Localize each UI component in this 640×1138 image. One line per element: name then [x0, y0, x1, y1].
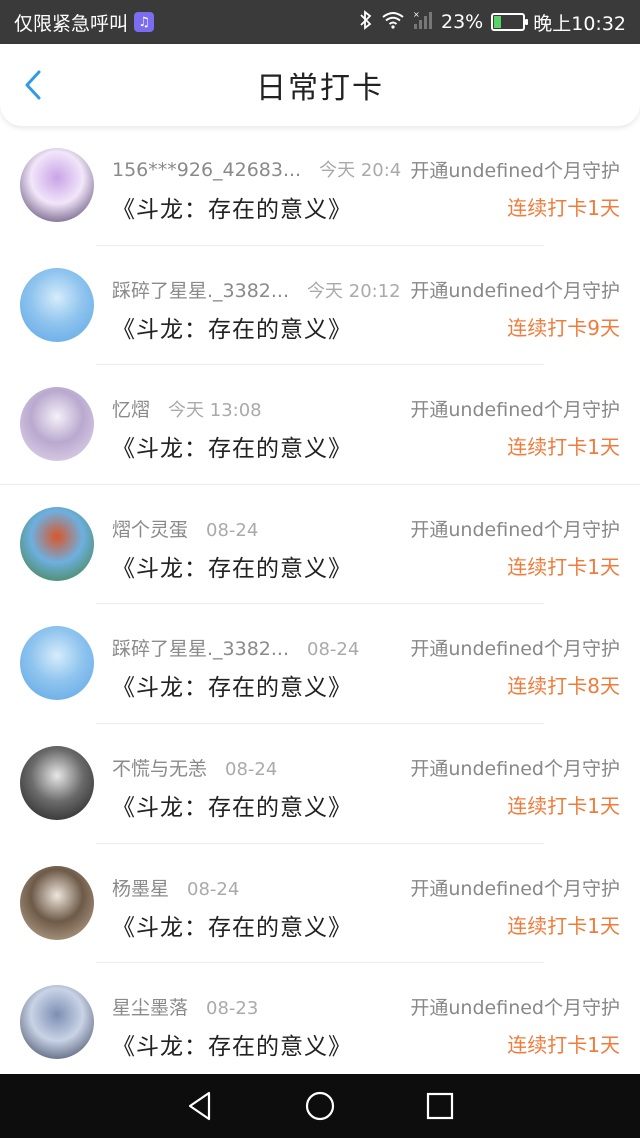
book-title: 《斗龙：存在的意义》 — [112, 436, 352, 463]
book-title: 《斗龙：存在的意义》 — [112, 675, 352, 702]
streak-text: 连续打卡1天 — [507, 554, 620, 579]
checkin-row[interactable]: 踩碎了星星._3382... 08-24 《斗龙：存在的意义》 开通undefined… — [0, 604, 640, 724]
user-name: 踩碎了星星._3382... — [112, 279, 290, 302]
checkin-row[interactable]: 杨墨星 08-24 《斗龙：存在的意义》 开通undefined个月守护连续打卡1天 — [0, 844, 640, 964]
back-icon[interactable] — [18, 70, 48, 100]
row-meta: 杨墨星 08-24 — [112, 874, 239, 901]
bluetooth-icon — [359, 9, 373, 35]
battery-icon — [491, 13, 529, 31]
avatar[interactable] — [20, 985, 94, 1060]
user-name: 熠个灵蛋 — [112, 518, 189, 541]
row-meta: 星尘墨落 08-23 — [112, 993, 258, 1020]
row-meta: 忆熠 今天 13:08 — [112, 395, 262, 422]
row-meta: 踩碎了星星._3382... 今天 20:12 — [112, 276, 401, 303]
book-title: 《斗龙：存在的意义》 — [112, 316, 352, 343]
guard-text: 开通undefined个月守护 — [408, 275, 620, 303]
guard-text: 开通undefined个月守护 — [408, 395, 620, 423]
avatar[interactable] — [20, 506, 94, 581]
page-header: 日常打卡 — [0, 44, 640, 126]
checkin-row[interactable]: 156***926_42683... 今天 20:43 《斗龙：存在的意义》 开通un… — [0, 126, 640, 246]
page-title: 日常打卡 — [256, 71, 384, 106]
checkin-time: 08-24 — [187, 878, 240, 900]
streak-text: 连续打卡9天 — [507, 315, 620, 340]
checkin-row[interactable]: 忆熠 今天 13:08 《斗龙：存在的意义》 开通undefined个月守护连续打卡1… — [0, 365, 640, 485]
user-name: 忆熠 — [112, 399, 151, 422]
checkin-row[interactable]: 不慌与无恙 08-24 《斗龙：存在的意义》 开通undefined个月守护连续打卡1… — [0, 724, 640, 844]
checkin-row[interactable]: 星尘墨落 08-23 《斗龙：存在的意义》 开通undefined个月守护连续打卡1天 — [0, 963, 640, 1074]
recents-square-icon[interactable] — [420, 1086, 460, 1126]
row-meta: 踩碎了星星._3382... 08-24 — [112, 634, 359, 661]
row-meta: 不慌与无恙 08-24 — [112, 754, 277, 781]
avatar[interactable] — [20, 148, 94, 222]
signal-icon: × — [413, 10, 433, 35]
status-right: × 23% 晚上10:32 — [359, 9, 626, 36]
back-triangle-icon[interactable] — [180, 1086, 220, 1126]
book-title: 《斗龙：存在的意义》 — [112, 914, 352, 941]
book-title: 《斗龙：存在的意义》 — [112, 794, 352, 821]
carrier-text: 仅限紧急呼叫 — [14, 12, 129, 35]
checkin-row[interactable]: 踩碎了星星._3382... 今天 20:12 《斗龙：存在的意义》 开通undefi… — [0, 246, 640, 366]
streak-text: 连续打卡1天 — [507, 435, 620, 460]
battery-percent: 23% — [441, 11, 484, 33]
music-app-icon: ♫ — [134, 12, 155, 32]
guard-text: 开通undefined个月守护 — [408, 753, 620, 781]
avatar[interactable] — [20, 267, 94, 342]
checkin-row[interactable]: 熠个灵蛋 08-24 《斗龙：存在的意义》 开通undefined个月守护连续打卡1天 — [0, 485, 640, 605]
book-title: 《斗龙：存在的意义》 — [112, 1034, 352, 1061]
avatar[interactable] — [20, 626, 94, 701]
guard-text: 开通undefined个月守护 — [408, 993, 620, 1021]
streak-text: 连续打卡1天 — [507, 1033, 620, 1058]
checkin-time: 今天 20:12 — [307, 280, 401, 302]
streak-text: 连续打卡1天 — [507, 913, 620, 938]
streak-text: 连续打卡8天 — [507, 674, 620, 699]
system-nav-bar — [0, 1074, 640, 1138]
status-left: 仅限紧急呼叫 ♫ — [14, 9, 155, 36]
status-bar: 仅限紧急呼叫 ♫ × 23% 晚上10:32 — [0, 0, 640, 44]
guard-text: 开通undefined个月守护 — [408, 873, 620, 901]
battery-fill — [494, 16, 501, 28]
guard-text: 开通undefined个月守护 — [408, 634, 620, 662]
row-meta: 156***926_42683... 今天 20:43 — [112, 156, 402, 182]
checkin-time: 今天 20:43 — [319, 160, 402, 181]
row-meta: 熠个灵蛋 08-24 — [112, 515, 258, 542]
home-circle-icon[interactable] — [300, 1086, 340, 1126]
avatar[interactable] — [20, 865, 94, 940]
user-name: 156***926_42683... — [112, 159, 302, 181]
wifi-icon — [381, 11, 405, 34]
book-title: 《斗龙：存在的意义》 — [112, 197, 352, 223]
streak-text: 连续打卡1天 — [507, 196, 620, 220]
svg-text:×: × — [413, 10, 420, 19]
checkin-time: 今天 13:08 — [168, 400, 262, 422]
user-name: 踩碎了星星._3382... — [112, 638, 290, 661]
checkin-time: 08-24 — [307, 639, 360, 661]
checkin-time: 08-24 — [206, 519, 259, 541]
avatar[interactable] — [20, 745, 94, 820]
streak-text: 连续打卡1天 — [507, 793, 620, 818]
avatar[interactable] — [20, 387, 94, 462]
guard-text: 开通undefined个月守护 — [408, 514, 620, 542]
checkin-time: 08-23 — [206, 998, 259, 1020]
checkin-list[interactable]: 156***926_42683...今天 20:43《斗龙：存在的意义》开通un… — [0, 126, 640, 1074]
book-title: 《斗龙：存在的意义》 — [112, 555, 352, 582]
clock: 晚上10:32 — [533, 12, 626, 35]
guard-text: 开通undefined个月守护 — [408, 156, 620, 183]
user-name: 杨墨星 — [112, 877, 170, 900]
user-name: 不慌与无恙 — [112, 757, 208, 780]
checkin-time: 08-24 — [225, 758, 278, 780]
user-name: 星尘墨落 — [112, 997, 189, 1020]
